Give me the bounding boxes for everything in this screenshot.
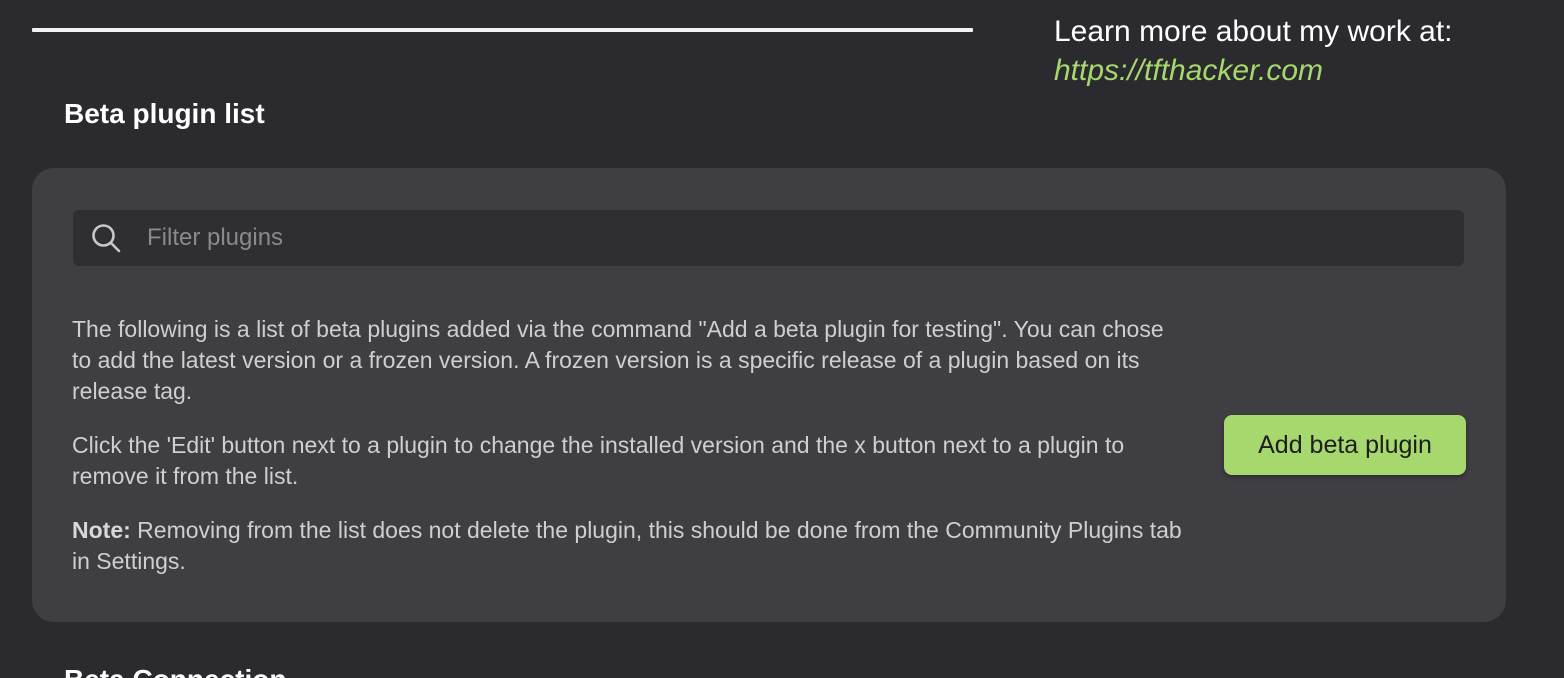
- promo-link[interactable]: https://tfthacker.com: [1054, 51, 1453, 90]
- section-title: Beta plugin list: [64, 98, 265, 129]
- add-beta-plugin-button[interactable]: Add beta plugin: [1224, 415, 1466, 475]
- settings-page: Learn more about my work at: https://tft…: [0, 0, 1564, 678]
- search-icon: [89, 221, 123, 255]
- filter-plugins-input[interactable]: [145, 223, 1464, 253]
- description: The following is a list of beta plugins …: [72, 314, 1182, 600]
- divider: [32, 28, 973, 32]
- beta-plugin-panel: The following is a list of beta plugins …: [32, 168, 1506, 622]
- description-paragraph: The following is a list of beta plugins …: [72, 316, 1164, 404]
- search-bar[interactable]: [73, 210, 1464, 266]
- note-paragraph: Note: Removing from the list does not de…: [72, 515, 1182, 577]
- note-text: Removing from the list does not delete t…: [72, 517, 1182, 574]
- next-section-title: Beta Connection: [64, 664, 286, 678]
- promo-block: Learn more about my work at: https://tft…: [1054, 12, 1453, 90]
- description-paragraph: Click the 'Edit' button next to a plugin…: [72, 432, 1125, 489]
- promo-text: Learn more about my work at:: [1054, 15, 1453, 48]
- note-label: Note:: [72, 517, 131, 543]
